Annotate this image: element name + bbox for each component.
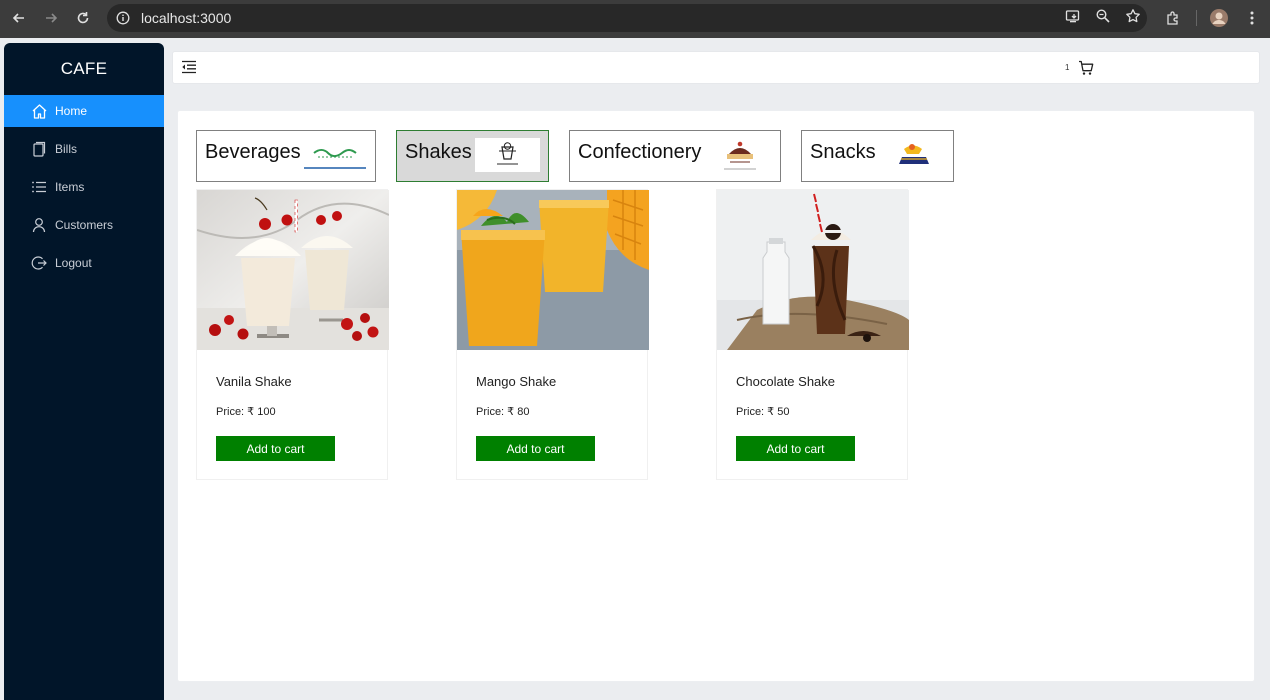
sidebar-item-logout[interactable]: Logout xyxy=(4,247,164,279)
shopping-cart-icon[interactable] xyxy=(1078,60,1094,76)
product-card: Vanila Shake Price: ₹ 100 Add to cart xyxy=(196,189,389,480)
browser-menu-icon[interactable] xyxy=(1244,4,1260,32)
product-name: Mango Shake xyxy=(476,374,557,389)
browser-toolbar: localhost:3000 xyxy=(0,0,1270,38)
address-bar[interactable]: localhost:3000 xyxy=(107,4,1147,32)
product-card: Mango Shake Price: ₹ 80 Add to cart xyxy=(456,189,649,480)
sidebar-item-home[interactable]: Home xyxy=(4,95,164,127)
vanila-shake-image xyxy=(197,190,389,350)
sidebar-menu: Home Bills Items Customers Logout xyxy=(4,95,164,279)
extensions-icon[interactable] xyxy=(1163,4,1183,32)
forward-icon[interactable] xyxy=(35,2,67,34)
toolbar-divider xyxy=(1196,10,1197,26)
profile-avatar[interactable] xyxy=(1208,4,1230,32)
snacks-logo-icon xyxy=(890,138,938,172)
top-header: 1 xyxy=(172,51,1260,84)
app-brand: CAFE xyxy=(60,59,108,78)
category-confectionery[interactable]: Confectionery xyxy=(569,130,781,182)
sidebar-item-bills[interactable]: Bills xyxy=(4,133,164,165)
add-to-cart-button[interactable]: Add to cart xyxy=(476,436,595,461)
sidebar-item-label: Home xyxy=(55,104,88,118)
category-shakes[interactable]: Shakes xyxy=(396,130,549,182)
bill-icon xyxy=(30,140,48,158)
product-price: Price: ₹ 80 xyxy=(476,406,530,418)
shakes-logo-icon xyxy=(475,138,540,172)
product-price: Price: ₹ 100 xyxy=(216,406,276,418)
product-card: Chocolate Shake Price: ₹ 50 Add to cart xyxy=(716,189,909,480)
mango-shake-image xyxy=(457,190,649,350)
site-info-icon[interactable] xyxy=(109,11,137,25)
install-app-icon[interactable] xyxy=(1065,8,1081,29)
category-snacks[interactable]: Snacks xyxy=(801,130,954,182)
home-icon xyxy=(30,102,48,120)
url-text[interactable]: localhost:3000 xyxy=(141,10,231,26)
menu-fold-icon[interactable] xyxy=(181,59,199,77)
main-content: Beverages Shakes Confectionery Snacks Va… xyxy=(177,110,1255,682)
category-label: Shakes xyxy=(405,141,472,163)
sidebar-item-customers[interactable]: Customers xyxy=(4,209,164,241)
confectionery-logo-icon xyxy=(710,138,770,172)
user-icon xyxy=(30,216,48,234)
product-name: Chocolate Shake xyxy=(736,374,836,389)
product-name: Vanila Shake xyxy=(216,374,292,389)
sidebar-item-label: Customers xyxy=(55,218,114,232)
add-to-cart-button[interactable]: Add to cart xyxy=(736,436,855,461)
sidebar-item-label: Bills xyxy=(55,142,78,156)
add-to-cart-button[interactable]: Add to cart xyxy=(216,436,335,461)
sidebar-item-items[interactable]: Items xyxy=(4,171,164,203)
back-icon[interactable] xyxy=(3,2,35,34)
cart-count: 1 xyxy=(1065,63,1070,72)
category-label: Beverages xyxy=(205,141,301,163)
category-beverages[interactable]: Beverages xyxy=(196,130,376,182)
zoom-icon[interactable] xyxy=(1095,8,1111,29)
chocolate-shake-image xyxy=(717,190,909,350)
beverages-logo-icon xyxy=(302,138,368,172)
list-icon xyxy=(30,178,48,196)
sidebar-item-label: Items xyxy=(55,180,85,194)
category-label: Confectionery xyxy=(578,141,702,163)
logout-icon xyxy=(30,254,48,272)
bookmark-star-icon[interactable] xyxy=(1125,8,1141,29)
reload-icon[interactable] xyxy=(67,2,99,34)
sidebar: CAFE Home Bills Items Customers Logout xyxy=(4,43,164,700)
product-price: Price: ₹ 50 xyxy=(736,406,790,418)
sidebar-item-label: Logout xyxy=(55,256,92,270)
category-label: Snacks xyxy=(810,141,876,163)
